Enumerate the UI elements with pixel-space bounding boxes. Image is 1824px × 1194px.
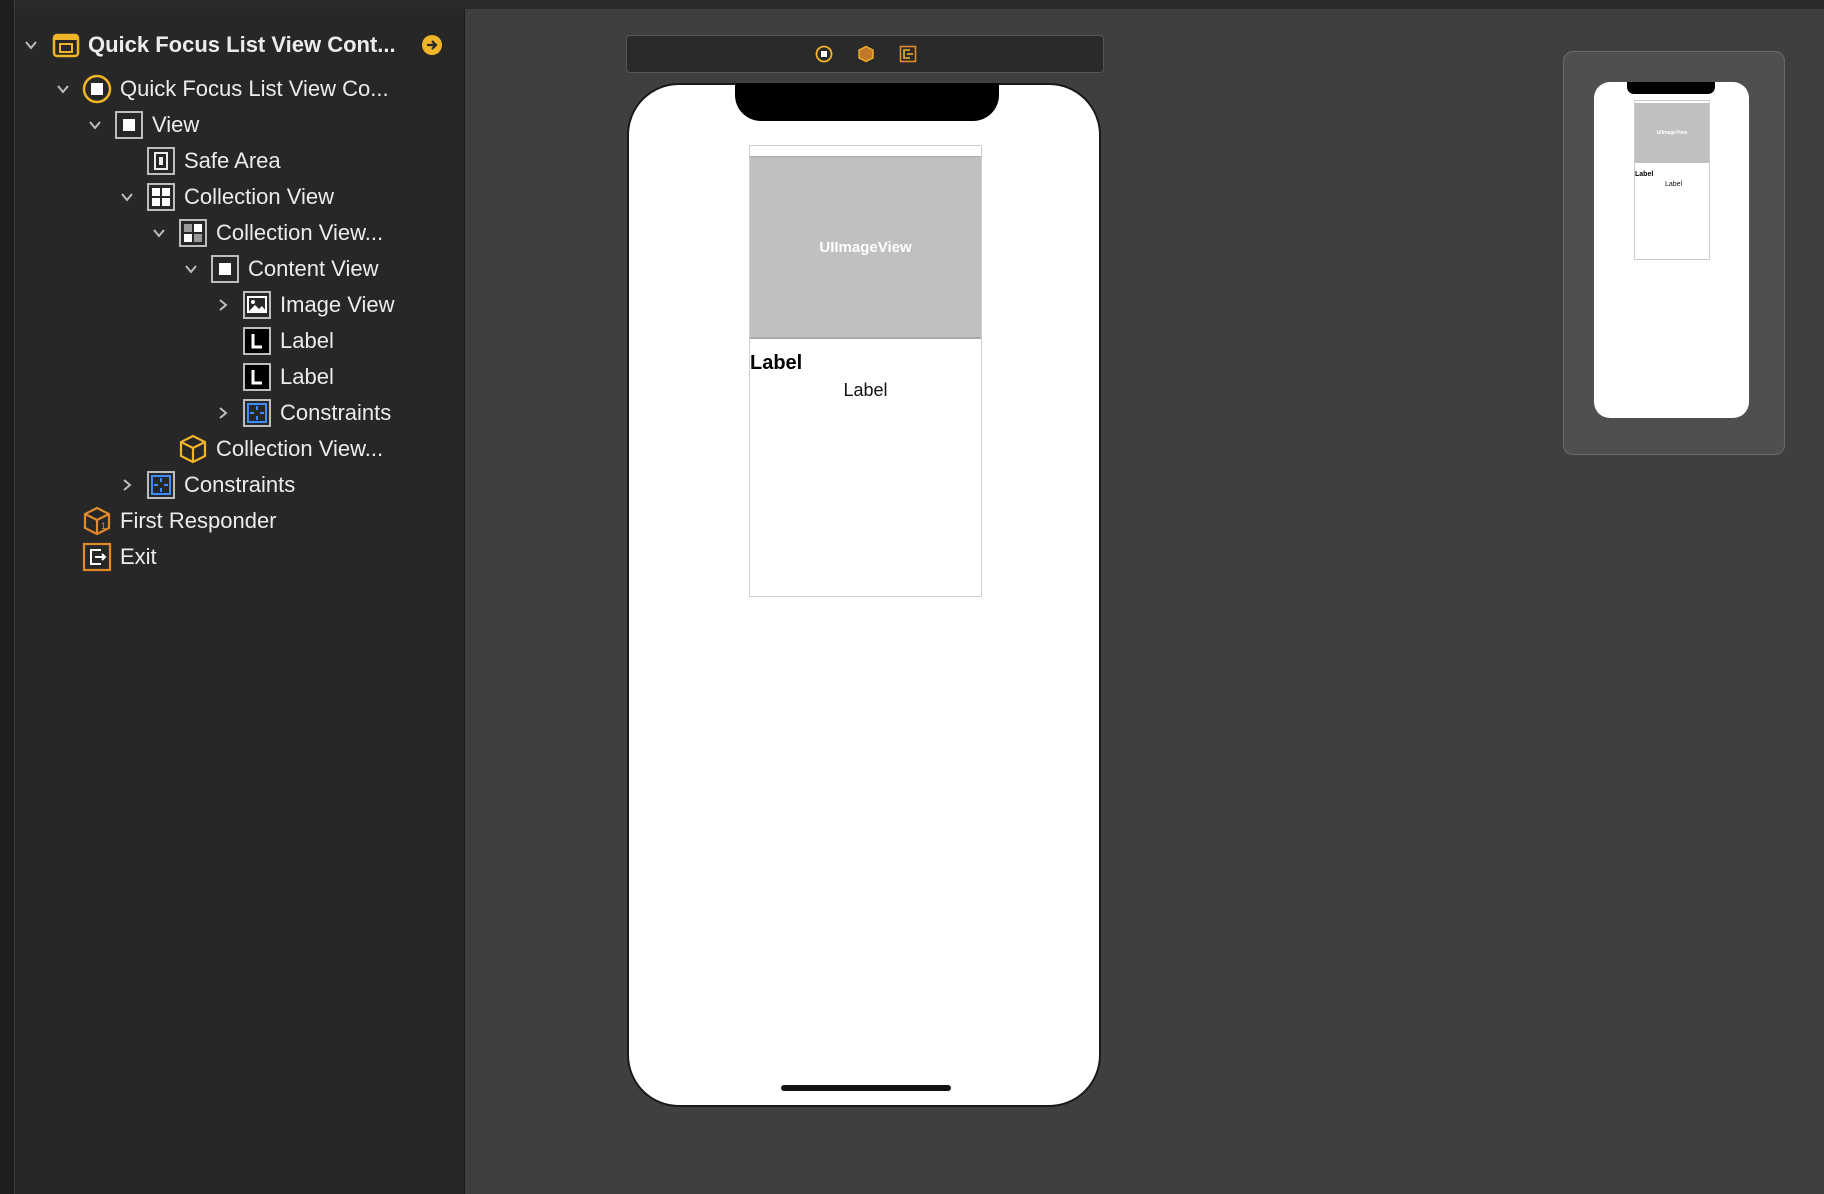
chevron-right-icon[interactable] bbox=[212, 294, 234, 316]
outline-item-collection-view-object[interactable]: Collection View... bbox=[15, 431, 464, 467]
outline-item-view-controller[interactable]: Quick Focus List View Co... bbox=[15, 71, 464, 107]
outline-item-label: Label bbox=[280, 328, 334, 353]
outline-item-label: Collection View... bbox=[216, 436, 384, 461]
cube-icon bbox=[178, 434, 208, 464]
view-icon bbox=[210, 254, 240, 284]
storyboard-canvas[interactable]: UIImageView Label Label UIImageView Labe… bbox=[465, 9, 1824, 1194]
home-indicator bbox=[781, 1085, 951, 1091]
chevron-down-icon[interactable] bbox=[180, 258, 202, 280]
outline-item-label-2[interactable]: Label bbox=[15, 359, 464, 395]
device-frame[interactable]: UIImageView Label Label bbox=[627, 83, 1101, 1107]
safe-area-icon bbox=[146, 146, 176, 176]
image-view-icon bbox=[242, 290, 272, 320]
chevron-down-icon[interactable] bbox=[84, 114, 106, 136]
chevron-down-icon[interactable] bbox=[20, 34, 42, 56]
outline-item-label: Constraints bbox=[280, 400, 392, 425]
outline-item-collection-view-cell[interactable]: Collection View... bbox=[15, 215, 464, 251]
subtitle-label[interactable]: Label bbox=[750, 380, 981, 401]
first-responder-icon: 1 bbox=[82, 506, 112, 536]
outline-item-label: Collection View bbox=[184, 184, 335, 209]
chevron-down-icon[interactable] bbox=[52, 78, 74, 100]
minimap-image-view: UIImageView bbox=[1635, 103, 1709, 163]
outline-item-label: Constraints bbox=[184, 472, 296, 497]
outline-item-safe-area[interactable]: Safe Area bbox=[15, 143, 464, 179]
outline-item-exit[interactable]: Exit bbox=[15, 539, 464, 575]
window-top-strip bbox=[0, 0, 1824, 8]
svg-text:1: 1 bbox=[101, 521, 106, 531]
title-label[interactable]: Label bbox=[750, 352, 802, 375]
outline-item-content-view[interactable]: Content View bbox=[15, 251, 464, 287]
label-icon bbox=[242, 362, 272, 392]
first-responder-icon[interactable] bbox=[857, 45, 875, 63]
collection-view-cell-icon bbox=[178, 218, 208, 248]
scene-icon bbox=[51, 30, 81, 60]
exit-icon bbox=[82, 542, 112, 572]
outline-item-label: View bbox=[152, 112, 200, 137]
outline-item-collection-view[interactable]: Collection View bbox=[15, 179, 464, 215]
minimap[interactable]: UIImageView Label Label bbox=[1563, 51, 1785, 455]
image-view-text: UIImageView bbox=[819, 238, 912, 256]
view-controller-icon[interactable] bbox=[815, 45, 833, 63]
document-outline: Quick Focus List View Cont... Quick Focu… bbox=[15, 9, 465, 1194]
outline-item-image-view[interactable]: Image View bbox=[15, 287, 464, 323]
chevron-down-icon[interactable] bbox=[148, 222, 170, 244]
go-arrow-icon[interactable] bbox=[421, 34, 443, 56]
chevron-right-icon[interactable] bbox=[116, 474, 138, 496]
outline-item-constraints-inner[interactable]: Constraints bbox=[15, 395, 464, 431]
outline-item-label: Content View bbox=[248, 256, 379, 281]
outline-item-constraints-outer[interactable]: Constraints bbox=[15, 467, 464, 503]
scene-title: Quick Focus List View Cont... bbox=[88, 32, 396, 57]
minimap-title-label: Label bbox=[1635, 171, 1654, 178]
view-icon bbox=[114, 110, 144, 140]
outline-item-label: Image View bbox=[280, 292, 395, 317]
device-notch bbox=[735, 83, 999, 121]
outline-item-first-responder[interactable]: 1 First Responder bbox=[15, 503, 464, 539]
minimap-cell: UIImageView Label Label bbox=[1634, 100, 1710, 260]
scene-dock-bar[interactable] bbox=[626, 35, 1104, 73]
outline-item-label: First Responder bbox=[120, 508, 277, 533]
chevron-down-icon[interactable] bbox=[116, 186, 138, 208]
outline-item-label-1[interactable]: Label bbox=[15, 323, 464, 359]
minimap-subtitle-label: Label bbox=[1665, 181, 1683, 188]
exit-icon[interactable] bbox=[899, 45, 917, 63]
outline-item-label: Exit bbox=[120, 544, 157, 569]
outline-item-label: Label bbox=[280, 364, 334, 389]
collection-view-icon bbox=[146, 182, 176, 212]
minimap-device: UIImageView Label Label bbox=[1594, 82, 1749, 418]
minimap-notch bbox=[1627, 82, 1715, 94]
minimap-image-view-text: UIImageView bbox=[1656, 130, 1688, 136]
outline-scene-row[interactable]: Quick Focus List View Cont... bbox=[15, 27, 464, 63]
outline-item-label: Collection View... bbox=[216, 220, 384, 245]
outline-item-label: Safe Area bbox=[184, 148, 281, 173]
view-controller-icon bbox=[82, 74, 112, 104]
image-view-placeholder[interactable]: UIImageView bbox=[750, 156, 981, 339]
constraints-icon bbox=[146, 470, 176, 500]
collection-view-cell[interactable]: UIImageView Label Label bbox=[749, 145, 982, 597]
left-edge-bar bbox=[0, 0, 15, 1194]
outline-item-label: Quick Focus List View Co... bbox=[120, 76, 389, 101]
chevron-right-icon[interactable] bbox=[212, 402, 234, 424]
label-icon bbox=[242, 326, 272, 356]
outline-item-view[interactable]: View bbox=[15, 107, 464, 143]
constraints-icon bbox=[242, 398, 272, 428]
